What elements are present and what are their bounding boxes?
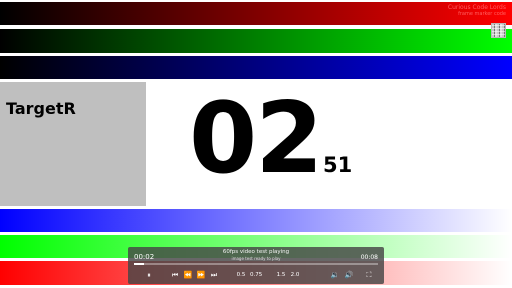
- video-player-controls: 00:02 60fps video test playing image tes…: [128, 247, 384, 284]
- rewind-icon[interactable]: ⏪: [183, 269, 193, 281]
- corner-info: Curious Code Lords frame marker code: [448, 4, 506, 18]
- timer-main: 02: [189, 82, 323, 196]
- green-gradient-bar-top: [0, 29, 512, 53]
- timer-sub: 51: [323, 153, 353, 177]
- progress-fill: [134, 263, 144, 265]
- blue-gradient-bar-bottom: [0, 209, 512, 232]
- video-subtitle: image test ready to play: [231, 256, 281, 261]
- control-row: ⏸ ⏮ ⏪ ⏩ ⏭ 0.5 0.75 1.5 2.0 🔉 🔊 ⛶: [128, 269, 384, 281]
- rate-button-1-5[interactable]: 1.5: [276, 269, 286, 281]
- fast-forward-icon[interactable]: ⏩: [196, 269, 206, 281]
- skip-forward-icon[interactable]: ⏭: [209, 269, 219, 281]
- total-time: 00:08: [360, 254, 378, 261]
- rate-button-0-5[interactable]: 0.5: [236, 269, 246, 281]
- target-label: TargetR: [6, 99, 76, 118]
- pause-icon[interactable]: ⏸: [144, 269, 154, 281]
- rate-button-2-0[interactable]: 2.0: [290, 269, 300, 281]
- skip-back-icon[interactable]: ⏮: [170, 269, 180, 281]
- volume-up-icon[interactable]: 🔊: [344, 269, 354, 281]
- rate-button-0-75[interactable]: 0.75: [250, 269, 262, 281]
- qr-code-icon: [491, 23, 506, 38]
- target-box: TargetR: [0, 82, 146, 206]
- blue-gradient-bar-top: [0, 56, 512, 79]
- corner-info-line1: Curious Code Lords: [447, 4, 506, 11]
- fullscreen-icon[interactable]: ⛶: [364, 269, 374, 281]
- red-gradient-bar-top: [0, 2, 512, 25]
- volume-down-icon[interactable]: 🔉: [330, 269, 340, 281]
- corner-info-line2: frame marker code: [458, 11, 506, 17]
- progress-bar[interactable]: [134, 263, 378, 265]
- video-title: 60fps video test playing: [222, 249, 290, 255]
